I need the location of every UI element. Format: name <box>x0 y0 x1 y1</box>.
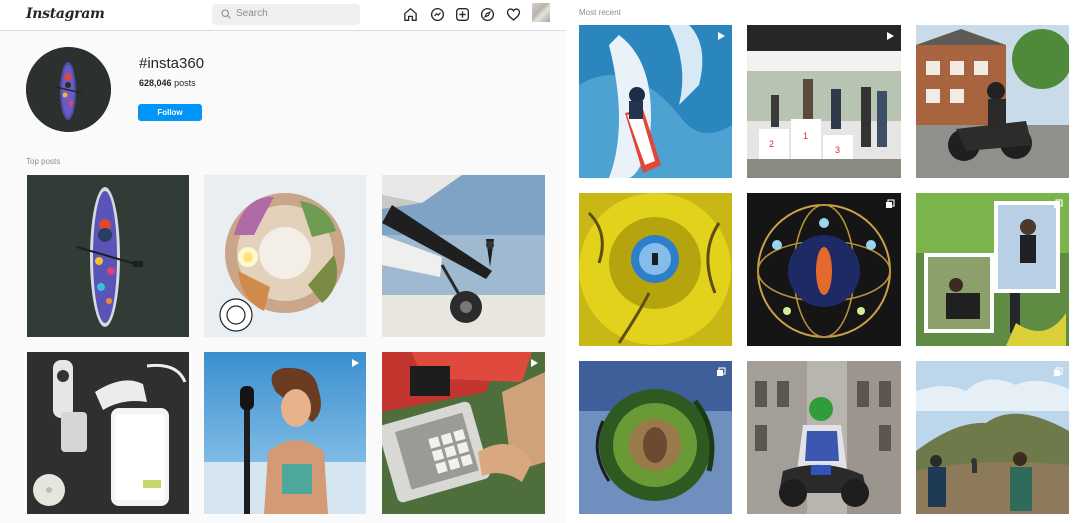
new-post-icon[interactable] <box>455 7 470 22</box>
recent-post-tile[interactable] <box>916 193 1069 346</box>
top-nav-bar: Instagram Search <box>0 0 566 31</box>
search-icon <box>221 9 231 19</box>
video-indicator-icon <box>887 32 894 40</box>
video-indicator-icon <box>352 359 359 367</box>
top-post-tile[interactable] <box>27 175 189 337</box>
hashtag-profile-image <box>26 47 111 132</box>
post-count: 628,046 posts <box>139 78 196 88</box>
top-post-tile[interactable] <box>27 352 189 514</box>
hashtag-panel: Instagram Search #insta360 628,046 posts… <box>0 0 566 523</box>
svg-text:2: 2 <box>769 139 774 149</box>
explore-icon[interactable] <box>480 7 495 22</box>
top-post-tile[interactable] <box>204 352 366 514</box>
carousel-indicator-icon <box>1054 367 1063 376</box>
carousel-indicator-icon <box>1054 199 1063 208</box>
home-icon[interactable] <box>403 7 418 22</box>
most-recent-heading: Most recent <box>579 8 621 17</box>
top-post-tile[interactable] <box>204 175 366 337</box>
instagram-logo[interactable]: Instagram <box>26 6 105 22</box>
recent-post-tile[interactable]: 2 1 3 <box>747 25 901 178</box>
video-indicator-icon <box>718 32 725 40</box>
carousel-indicator-icon <box>717 367 726 376</box>
hashtag-title: #insta360 <box>139 55 205 72</box>
video-indicator-icon <box>531 359 538 367</box>
carousel-indicator-icon <box>886 199 895 208</box>
top-posts-heading: Top posts <box>26 157 61 166</box>
messenger-icon[interactable] <box>430 7 445 22</box>
svg-text:1: 1 <box>803 131 808 141</box>
post-count-label: posts <box>174 78 196 88</box>
search-input[interactable]: Search <box>212 4 360 25</box>
recent-post-tile[interactable] <box>579 25 732 178</box>
follow-button[interactable]: Follow <box>138 104 202 121</box>
profile-avatar[interactable] <box>532 3 550 22</box>
top-post-tile[interactable] <box>382 352 545 514</box>
recent-post-tile[interactable] <box>747 361 901 514</box>
search-placeholder: Search <box>236 8 268 19</box>
recent-post-tile[interactable] <box>747 193 901 346</box>
post-count-value: 628,046 <box>139 78 172 88</box>
recent-post-tile[interactable] <box>916 361 1069 514</box>
svg-text:3: 3 <box>835 145 840 155</box>
recent-post-tile[interactable] <box>916 25 1069 178</box>
recent-post-tile[interactable] <box>579 361 732 514</box>
instagram-hashtag-page: Instagram Search #insta360 628,046 posts… <box>0 0 1080 523</box>
activity-heart-icon[interactable] <box>506 7 521 22</box>
recent-post-tile[interactable] <box>579 193 732 346</box>
top-post-tile[interactable] <box>382 175 545 337</box>
